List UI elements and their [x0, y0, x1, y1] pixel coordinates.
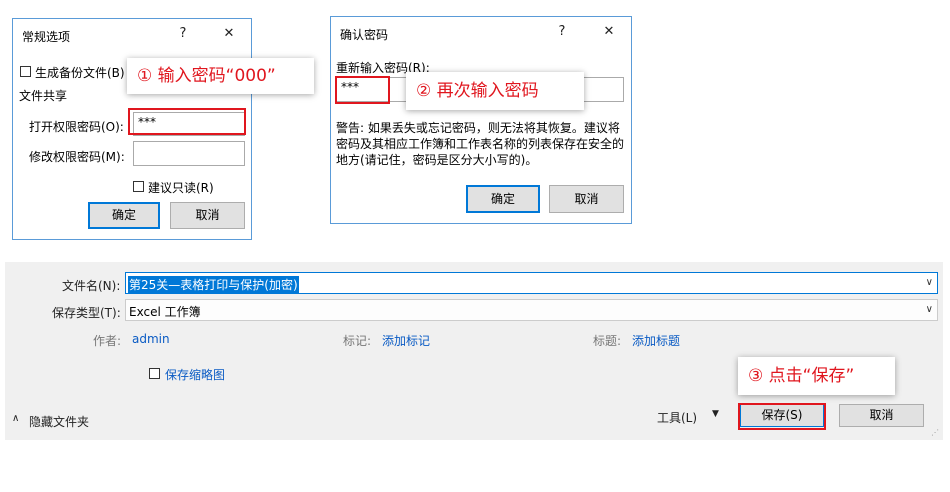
readonly-label: 建议只读(R): [148, 181, 214, 195]
add-title-link[interactable]: 添加标题: [632, 332, 680, 349]
modify-password-label: 修改权限密码(M):: [29, 150, 125, 164]
resize-grip-icon[interactable]: ⋰: [931, 428, 939, 437]
filename-label: 文件名(N):: [62, 279, 121, 293]
tools-menu[interactable]: 工具(L): [657, 409, 697, 426]
add-tags-link[interactable]: 添加标记: [382, 332, 430, 349]
author-label: 作者:: [93, 334, 122, 348]
step3-annotation: ③ 点击“保存”: [738, 357, 895, 395]
author-value[interactable]: admin: [132, 332, 170, 346]
step1-annotation: ① 输入密码“000”: [127, 58, 314, 94]
readonly-checkbox[interactable]: [133, 181, 144, 192]
hide-folders-button[interactable]: 隐藏文件夹: [29, 413, 89, 430]
cancel-button[interactable]: 取消: [549, 185, 624, 213]
chevron-down-icon[interactable]: ∨: [926, 304, 933, 315]
help-button[interactable]: ?: [552, 24, 572, 39]
warning-text: 警告: 如果丢失或忘记密码，则无法将其恢复。建议将密码及其相应工作簿和工作表名称…: [336, 121, 625, 167]
thumbnail-label: 保存缩略图: [165, 368, 226, 382]
chevron-down-icon[interactable]: ∨: [926, 277, 933, 288]
password-highlight: [128, 108, 246, 135]
cancel-button[interactable]: 取消: [170, 202, 245, 229]
filename-text: 第25关—表格打印与保护(加密): [128, 276, 299, 293]
close-icon[interactable]: ✕: [599, 24, 619, 39]
thumbnail-checkbox[interactable]: [149, 368, 160, 379]
filetype-select[interactable]: Excel 工作簿 ∨: [125, 299, 938, 321]
save-highlight: [738, 403, 826, 430]
chevron-up-icon[interactable]: ∧: [12, 413, 19, 424]
backup-checkbox[interactable]: [20, 66, 31, 77]
modify-password-input[interactable]: [133, 141, 245, 166]
ok-button[interactable]: 确定: [466, 185, 540, 213]
help-button[interactable]: ?: [173, 26, 193, 41]
filename-input[interactable]: 第25关—表格打印与保护(加密) ∨: [125, 272, 938, 294]
password-highlight: [335, 76, 390, 104]
confirm-password-dialog: 确认密码 ? ✕ 重新输入密码(R): *** 警告: 如果丢失或忘记密码，则无…: [330, 16, 632, 224]
ok-button[interactable]: 确定: [88, 202, 160, 229]
step2-annotation: ② 再次输入密码: [406, 72, 584, 110]
backup-label: 生成备份文件(B): [35, 66, 125, 80]
dialog-title: 常规选项: [22, 30, 71, 44]
cancel-button[interactable]: 取消: [839, 404, 924, 427]
title-label: 标题:: [593, 334, 622, 348]
tools-dropdown-icon[interactable]: ▼: [712, 409, 719, 419]
dialog-title: 确认密码: [340, 28, 389, 42]
filetype-label: 保存类型(T):: [52, 306, 121, 320]
file-share-group-label: 文件共享: [19, 89, 68, 103]
tags-label: 标记:: [343, 334, 372, 348]
filetype-text: Excel 工作簿: [129, 305, 201, 319]
open-password-label: 打开权限密码(O):: [29, 120, 124, 134]
close-icon[interactable]: ✕: [219, 26, 239, 41]
